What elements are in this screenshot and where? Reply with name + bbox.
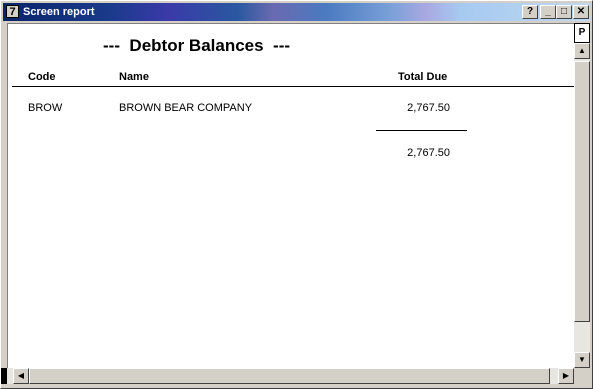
vertical-scroll-thumb[interactable] bbox=[574, 61, 590, 322]
row-total-due: 2,767.50 bbox=[407, 102, 450, 114]
minimize-button[interactable]: _ bbox=[540, 5, 556, 19]
window-title: Screen report bbox=[23, 6, 95, 18]
row-name: BROWN BEAR COMPANY bbox=[119, 102, 253, 114]
app-icon[interactable]: 7 bbox=[6, 5, 19, 18]
scroll-right-icon[interactable]: ▶ bbox=[558, 368, 574, 384]
column-header-name: Name bbox=[119, 71, 149, 83]
header-divider bbox=[12, 86, 575, 87]
page-marker: P bbox=[574, 23, 590, 43]
horizontal-scroll-thumb[interactable] bbox=[29, 368, 550, 384]
vertical-scrollbar[interactable]: P ▲ ▼ bbox=[574, 23, 590, 368]
page-indicator-marker bbox=[1, 368, 7, 384]
report-title: --- Debtor Balances --- bbox=[103, 36, 291, 55]
help-button[interactable]: ? bbox=[522, 5, 538, 19]
report-area: --- Debtor Balances --- Code Name Total … bbox=[7, 23, 575, 368]
resize-grip[interactable] bbox=[574, 368, 590, 384]
column-header-total-due: Total Due bbox=[398, 71, 448, 83]
total-divider bbox=[376, 130, 467, 131]
column-header-code: Code bbox=[28, 71, 56, 83]
scroll-down-icon[interactable]: ▼ bbox=[574, 352, 590, 368]
scroll-up-icon[interactable]: ▲ bbox=[574, 43, 590, 59]
row-code: BROW bbox=[28, 102, 63, 114]
horizontal-scrollbar[interactable]: ◀ ▶ bbox=[7, 368, 574, 384]
title-bar[interactable]: 7 Screen report ? _ □ ✕ bbox=[3, 3, 590, 21]
maximize-button[interactable]: □ bbox=[556, 5, 572, 19]
screen-report-window: 7 Screen report ? _ □ ✕ --- Debtor Balan… bbox=[0, 0, 593, 389]
close-button[interactable]: ✕ bbox=[573, 5, 589, 19]
grand-total: 2,767.50 bbox=[407, 147, 450, 159]
scroll-left-icon[interactable]: ◀ bbox=[13, 368, 29, 384]
